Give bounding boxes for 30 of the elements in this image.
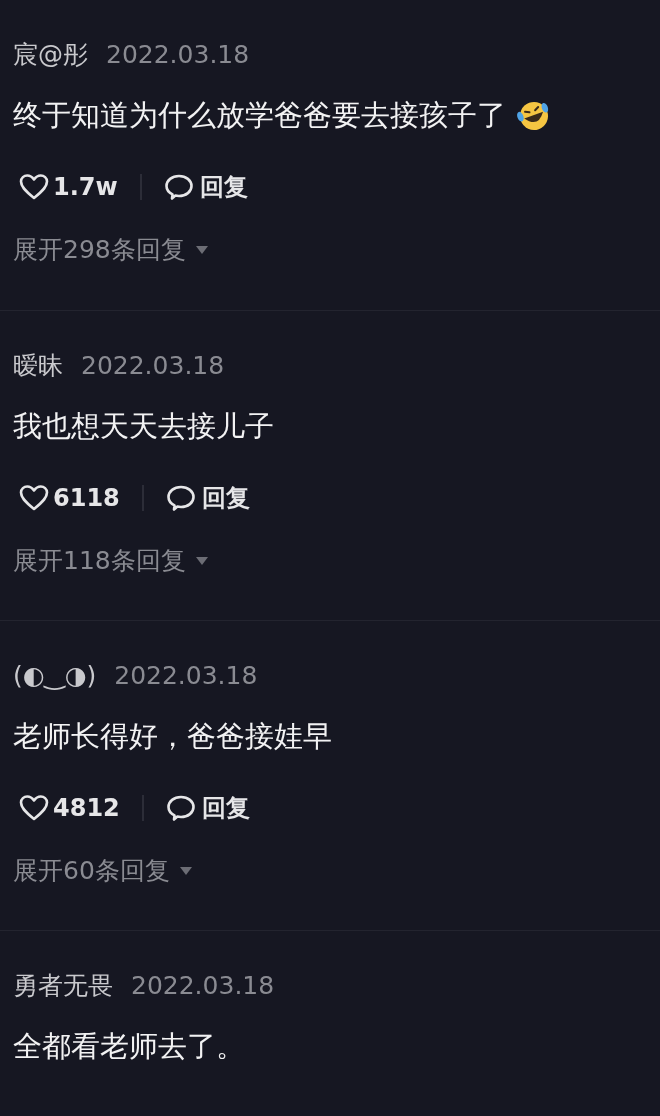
like-count[interactable]: 4812: [53, 790, 120, 826]
caret-down-icon[interactable]: [195, 246, 208, 254]
reply-link[interactable]: 回复: [201, 790, 250, 826]
comment-author[interactable]: 暧昧: [13, 347, 63, 385]
comment-icon[interactable]: [165, 794, 196, 822]
reply-link[interactable]: 回复: [199, 169, 248, 205]
comment-author[interactable]: 宸@彤: [13, 36, 88, 74]
comment-date: 2022.03.18: [131, 970, 275, 1003]
heart-icon[interactable]: [19, 484, 49, 512]
heart-icon[interactable]: [19, 794, 49, 822]
comment-text: 终于知道为什么放学爸爸要去接孩子了: [13, 97, 506, 135]
comment-date: 2022.03.18: [114, 660, 258, 693]
comment-text: 全都看老师去了。: [13, 1028, 245, 1066]
heart-icon[interactable]: [19, 173, 49, 201]
expand-replies-link[interactable]: 展开298条回复: [13, 231, 186, 269]
comment-icon[interactable]: [163, 173, 194, 201]
comment-icon[interactable]: [165, 484, 196, 512]
expand-replies-link[interactable]: 展开60条回复: [13, 852, 170, 890]
like-count[interactable]: 6118: [53, 480, 120, 516]
comment-text: 我也想天天去接儿子: [13, 408, 274, 446]
like-count[interactable]: 1.7w: [53, 169, 118, 205]
comment-date: 2022.03.18: [81, 350, 225, 383]
caret-down-icon[interactable]: [179, 867, 192, 875]
caret-down-icon[interactable]: [195, 557, 208, 565]
comment-author[interactable]: (◐‿◑): [13, 657, 97, 695]
comment-date: 2022.03.18: [106, 39, 250, 72]
comment-author[interactable]: 勇者无畏: [13, 967, 113, 1005]
expand-replies-link[interactable]: 展开118条回复: [13, 542, 186, 580]
comment-text: 老师长得好，爸爸接娃早: [13, 718, 332, 756]
reply-link[interactable]: 回复: [201, 480, 250, 516]
